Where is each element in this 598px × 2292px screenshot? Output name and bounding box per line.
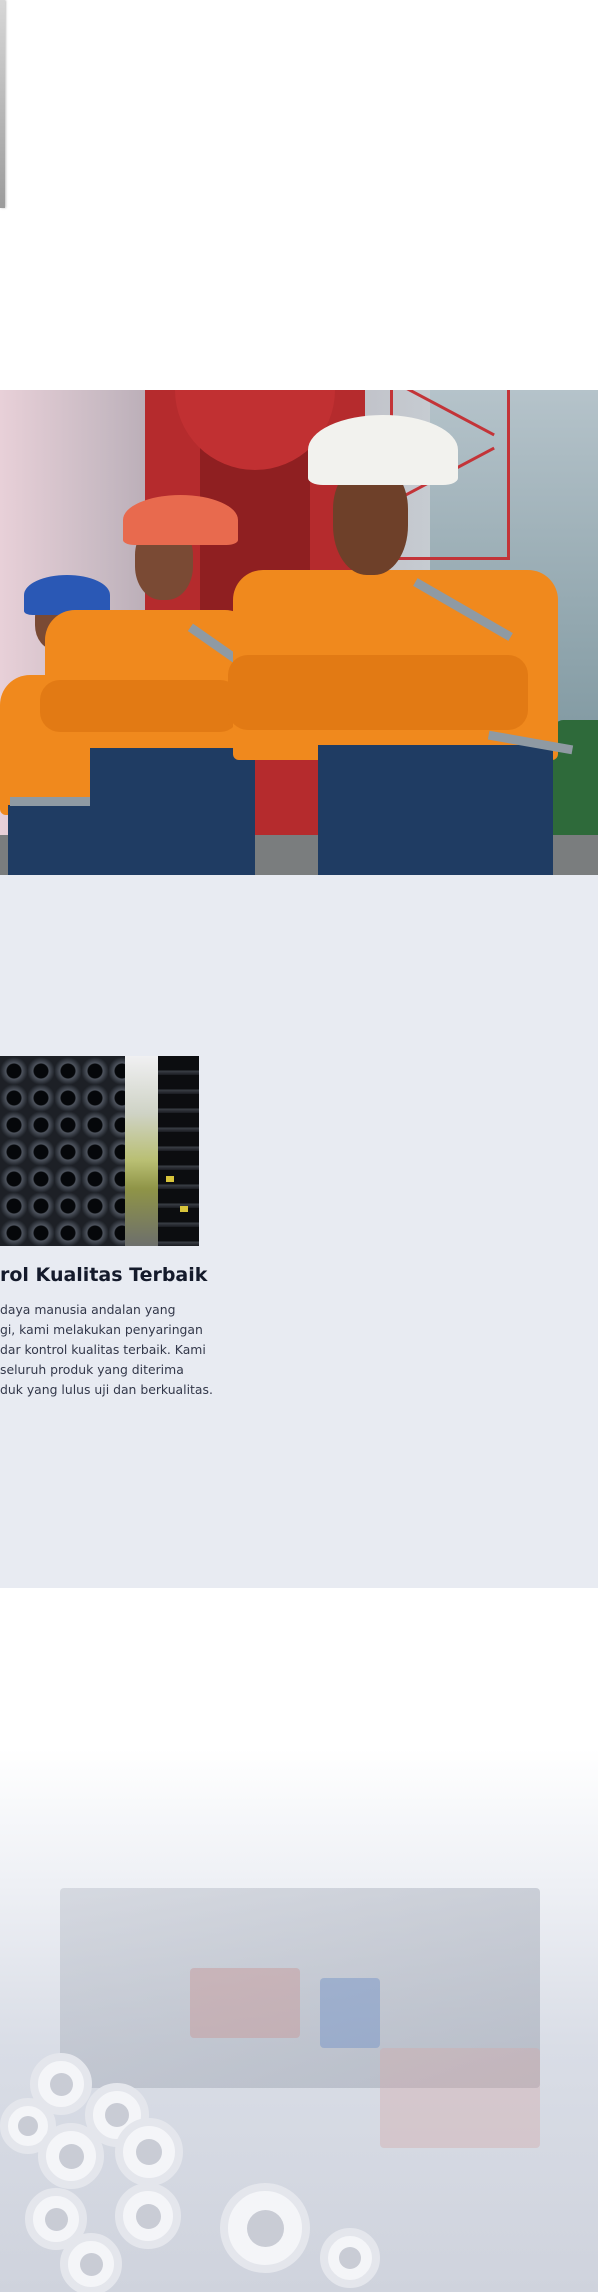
description-line: gi, kami melakukan penyaringan <box>0 1322 203 1337</box>
section-description: daya manusia andalan yang gi, kami melak… <box>0 1300 213 1400</box>
description-line: seluruh produk yang diterima <box>0 1362 184 1377</box>
description-line: daya manusia andalan yang <box>0 1302 176 1317</box>
workers-hero-image <box>0 390 598 875</box>
bottom-section <box>0 1588 598 2292</box>
red-helmet-icon <box>123 495 238 545</box>
top-section <box>0 0 598 390</box>
warehouse-alley <box>125 1056 160 1246</box>
section-title: rol Kualitas Terbaik <box>0 1264 208 1286</box>
white-helmet-icon <box>308 415 458 485</box>
worker-right <box>228 410 574 875</box>
pipe-stack-right <box>158 1056 199 1246</box>
scroll-handle[interactable] <box>0 0 5 208</box>
description-line: dar kontrol kualitas terbaik. Kami <box>0 1342 206 1357</box>
description-line: duk yang lulus uji dan berkualitas. <box>0 1382 213 1397</box>
pipe-stacks-image <box>0 1056 199 1246</box>
industrial-background-image <box>0 1748 598 2292</box>
